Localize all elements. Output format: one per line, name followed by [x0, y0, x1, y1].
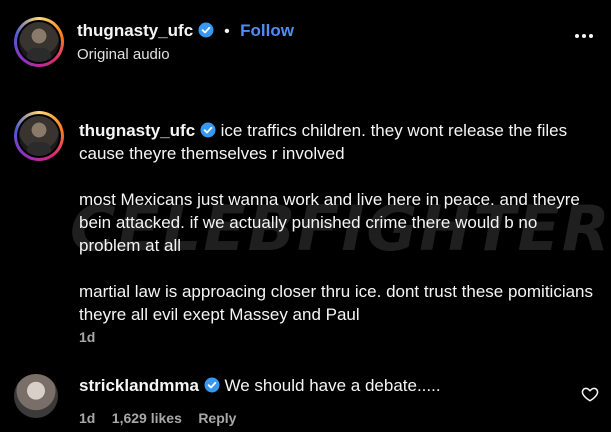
verified-badge-icon: [198, 22, 214, 38]
verified-badge-icon: [204, 377, 220, 393]
reply-timestamp: 1d: [79, 410, 96, 426]
header-avatar[interactable]: [14, 17, 64, 67]
comment-username[interactable]: thugnasty_ufc: [79, 121, 195, 140]
audio-label[interactable]: Original audio: [77, 46, 170, 63]
reply-button[interactable]: Reply: [198, 410, 236, 426]
comment-timestamp: 1d: [79, 329, 96, 345]
reply-username[interactable]: stricklandmma: [79, 376, 199, 395]
reply-text: We should have a debate.....: [224, 376, 441, 395]
reply-meta: 1d 1,629 likes Reply: [79, 410, 236, 428]
reply-likes[interactable]: 1,629 likes: [112, 410, 182, 426]
reply-avatar[interactable]: [14, 374, 58, 418]
header-username[interactable]: thugnasty_ufc: [77, 21, 193, 40]
follow-button[interactable]: Follow: [240, 21, 294, 40]
header-title-row: thugnasty_ufc • Follow: [77, 21, 294, 41]
more-icon[interactable]: [575, 34, 593, 38]
post-header: thugnasty_ufc • Follow Original audio: [0, 0, 611, 80]
verified-badge-icon: [200, 122, 216, 138]
comment-body: thugnasty_ufc ice traffics children. the…: [79, 119, 599, 326]
comment-paragraph-3: martial law is approacing closer thru ic…: [79, 282, 594, 324]
comment-avatar[interactable]: [14, 111, 64, 161]
avatar-image: [19, 116, 59, 156]
heart-icon[interactable]: [581, 385, 599, 403]
avatar-image: [19, 22, 59, 62]
separator-dot: •: [224, 23, 230, 40]
reply-body: stricklandmma We should have a debate...…: [79, 376, 441, 396]
comment-paragraph-2: most Mexicans just wanna work and live h…: [79, 190, 580, 255]
